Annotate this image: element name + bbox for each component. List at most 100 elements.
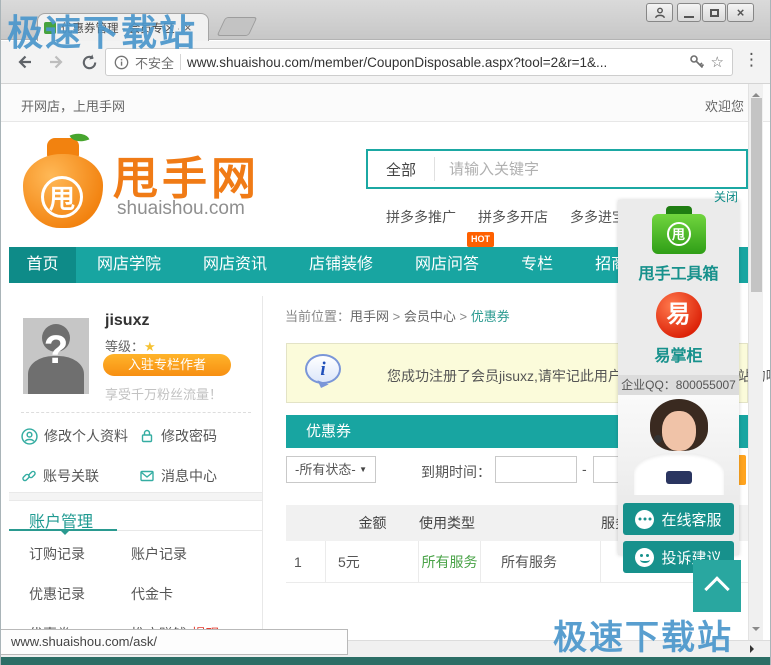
section-underline-rest <box>117 530 263 531</box>
site-logo-domain: shuaishou.com <box>117 198 245 220</box>
username: jisuxz <box>105 312 149 330</box>
status-filter-select[interactable]: -所有状态- ▼ <box>286 456 376 483</box>
breadcrumb-sep: > <box>389 309 404 324</box>
hot-links-row: 拼多多推广拼多多开店多多进宝拼多多装修 <box>386 207 626 227</box>
level-text: 等级： <box>105 339 144 354</box>
nav-item-decoration[interactable]: 店铺装修 <box>288 247 394 283</box>
sidebar-link-password[interactable]: 修改密码 <box>139 426 217 446</box>
hot-link[interactable]: 拼多多推广 <box>386 209 456 225</box>
expire-date-label: 到期时间： <box>421 462 491 482</box>
level-star-icon: ★ <box>144 339 156 354</box>
hot-link[interactable]: 拼多多开店 <box>478 209 548 225</box>
enterprise-qq: 企业QQ：800055007 <box>618 375 739 395</box>
minimize-button[interactable] <box>677 3 701 22</box>
scroll-right-arrow-icon[interactable] <box>750 645 758 653</box>
table-header: 金额 <box>326 505 419 541</box>
browser-menu-icon[interactable]: ⋮ <box>743 50 760 70</box>
nav-item-column[interactable]: 专栏 <box>500 247 574 283</box>
hot-badge: HOT <box>467 232 494 247</box>
key-icon[interactable] <box>689 54 705 70</box>
scroll-up-arrow-icon[interactable] <box>752 89 760 97</box>
status-bar-link-preview: www.shuaishou.com/ask/ <box>1 629 348 655</box>
dashed-divider <box>21 412 251 413</box>
mail-icon <box>139 468 155 484</box>
menu-discount-records[interactable]: 优惠记录 <box>29 584 85 604</box>
url-separator <box>180 54 181 70</box>
search-input[interactable] <box>435 161 746 178</box>
vertical-scrollbar[interactable] <box>748 84 763 640</box>
level-label: 等级：★ <box>105 336 156 355</box>
columnist-badge[interactable]: 入驻专栏作者 <box>103 354 231 376</box>
breadcrumb-label: 当前位置： <box>285 309 350 324</box>
nav-item-home[interactable]: 首页 <box>9 247 76 283</box>
info-icon <box>114 55 129 70</box>
table-header <box>286 505 326 541</box>
user-icon <box>21 428 38 445</box>
site-slogan: 开网店，上甩手网 <box>21 96 125 115</box>
avatar[interactable]: ? <box>23 318 89 394</box>
sidebar-link-label: 修改个人资料 <box>44 426 128 446</box>
sidebar-link-message[interactable]: 消息中心 <box>139 466 217 486</box>
member-sidebar: ? jisuxz 等级：★ 入驻专栏作者 享受千万粉丝流量！ 修改个人资料 修改… <box>9 296 263 634</box>
toolbox-label[interactable]: 甩手工具箱 <box>618 260 739 284</box>
scroll-down-arrow-icon[interactable] <box>752 627 760 635</box>
sidebar-link-profile[interactable]: 修改个人资料 <box>21 426 128 446</box>
watermark-top: 极速下载站 <box>7 4 197 56</box>
window-close-icon: × <box>737 5 745 20</box>
maximize-button[interactable] <box>702 3 726 22</box>
table-cell-amount: 5元 <box>326 541 419 582</box>
maximize-icon <box>710 9 719 17</box>
toolbox-char: 甩 <box>667 222 691 246</box>
vertical-scroll-thumb[interactable] <box>751 98 762 292</box>
watermark-bottom: 极速下载站 <box>553 610 733 659</box>
breadcrumb-home[interactable]: 甩手网 <box>350 309 389 324</box>
chevron-up-icon <box>704 576 729 601</box>
panel-close-link[interactable]: 关闭 <box>714 188 738 205</box>
back-to-top-button[interactable] <box>693 560 741 612</box>
link-icon <box>21 468 37 484</box>
info-bubble-tail <box>313 380 328 395</box>
section-divider <box>9 492 263 501</box>
table-cell-index: 1 <box>286 541 326 582</box>
yizhanggui-label[interactable]: 易掌柜 <box>618 342 739 366</box>
status-filter-value: -所有状态- <box>295 462 356 477</box>
breadcrumb: 当前位置：甩手网 > 会员中心 > 优惠券 <box>285 306 510 325</box>
yizhanggui-icon[interactable]: 易 <box>656 292 702 338</box>
table-header: 使用类型 <box>419 505 481 541</box>
table-cell-usage-type[interactable]: 所有服务 <box>419 541 481 582</box>
address-bar[interactable]: 不安全 www.shuaishou.com/member/CouponDispo… <box>105 48 733 76</box>
breadcrumb-sep: > <box>456 309 471 324</box>
table-cell-service: 所有服务 <box>481 541 601 582</box>
menu-order-records[interactable]: 订购记录 <box>29 544 85 564</box>
bookmark-star-icon[interactable]: ☆ <box>711 53 724 71</box>
agent-bowtie <box>666 471 692 484</box>
sidebar-link-label: 消息中心 <box>161 466 217 486</box>
breadcrumb-member-center[interactable]: 会员中心 <box>404 309 456 324</box>
agent-headset-mic <box>654 435 662 443</box>
section-arrow <box>61 531 69 539</box>
date-from-input[interactable] <box>495 456 577 483</box>
nav-item-qa[interactable]: 网店问答 <box>394 247 500 283</box>
panel-spacer <box>618 495 739 503</box>
nav-item-news[interactable]: 网店资讯 <box>182 247 288 283</box>
menu-voucher-card[interactable]: 代金卡 <box>131 584 173 604</box>
search-box: 全部 <box>366 149 748 189</box>
date-range-separator: - <box>582 461 587 477</box>
info-bubble-icon: i <box>305 354 341 384</box>
menu-account-records[interactable]: 账户记录 <box>131 544 187 564</box>
chevron-down-icon: ▼ <box>359 457 367 482</box>
url-text[interactable]: www.shuaishou.com/member/CouponDisposabl… <box>187 55 683 70</box>
smiley-icon <box>635 548 654 567</box>
sidebar-link-bind[interactable]: 账号关联 <box>21 466 99 486</box>
person-icon <box>653 6 667 20</box>
profile-button[interactable] <box>646 3 673 22</box>
logo-char: 甩 <box>41 176 83 218</box>
lock-icon <box>139 428 155 444</box>
window-close-button[interactable]: × <box>727 3 754 22</box>
search-category-select[interactable]: 全部 <box>368 159 434 180</box>
online-service-button[interactable]: 在线客服 <box>623 503 734 535</box>
breadcrumb-current: 优惠券 <box>471 309 510 324</box>
avatar-question-mark: ? <box>23 328 89 373</box>
nav-item-academy[interactable]: 网店学院 <box>76 247 182 283</box>
toolbox-icon[interactable]: 甩 <box>652 206 706 256</box>
